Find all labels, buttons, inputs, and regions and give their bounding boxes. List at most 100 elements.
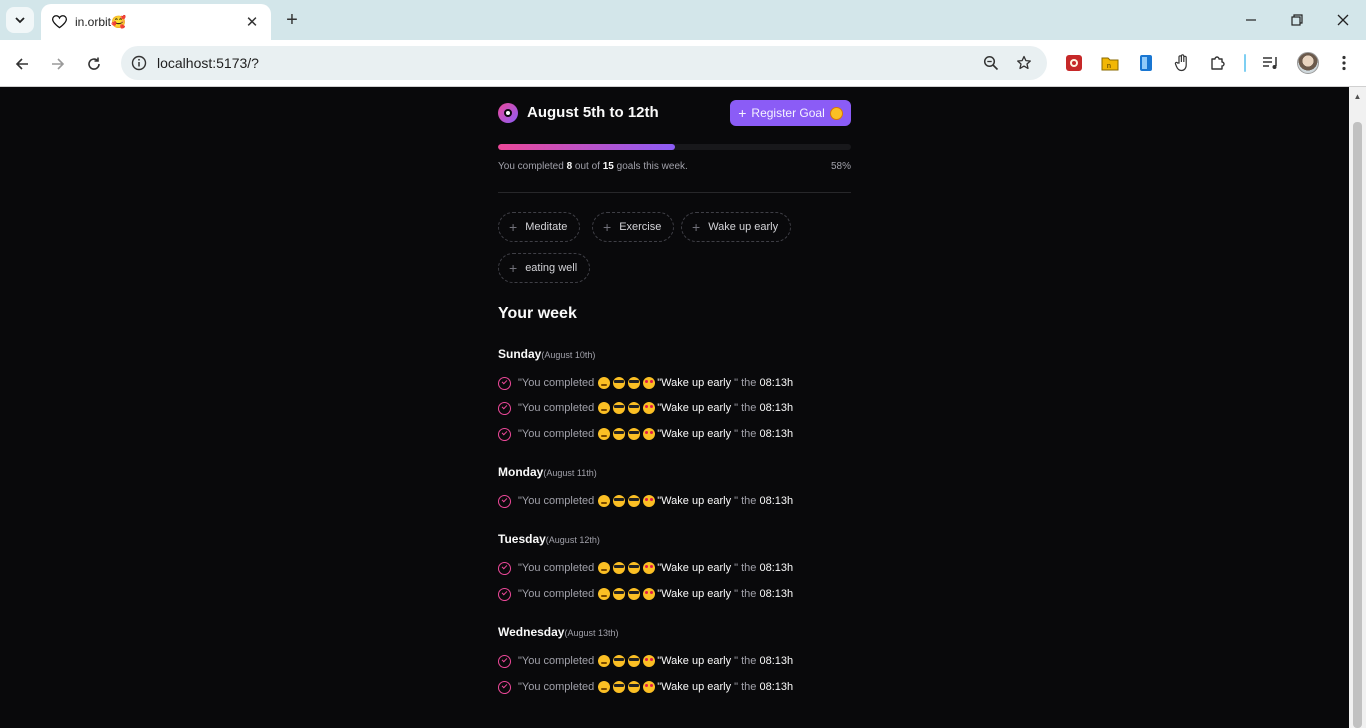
browser-toolbar: localhost:5173/? n: [0, 40, 1366, 87]
orbit-logo-icon: [498, 103, 518, 123]
progress-completed-count: 8: [566, 161, 573, 172]
profile-avatar[interactable]: [1297, 52, 1319, 74]
sunglasses-emoji-icon: [628, 495, 641, 507]
entry-time: 08:13h: [759, 588, 794, 600]
site-info-icon[interactable]: [129, 53, 149, 73]
goal-chip-label: Wake up early: [708, 221, 779, 233]
scroll-thumb[interactable]: [1353, 122, 1362, 728]
sunglasses-emoji-icon: [613, 428, 626, 440]
heart-eyes-emoji-icon: [643, 562, 656, 574]
entry-prefix: "You completed: [518, 562, 595, 574]
entry-mid: " the: [734, 588, 757, 600]
extension-folder-icon[interactable]: n: [1100, 53, 1120, 73]
heart-eyes-emoji-icon: [643, 428, 656, 440]
completion-entry: "You completed "Wake up early " the 08:1…: [498, 653, 793, 669]
day-name: Monday: [498, 465, 544, 479]
emoji-group: [598, 495, 656, 507]
smirk-emoji-icon: [598, 377, 611, 389]
emoji-group: [598, 681, 656, 693]
progress-bar-fill: [498, 144, 675, 150]
minimize-icon: [1246, 19, 1256, 21]
circle-check-icon: [498, 494, 511, 508]
smirk-emoji-icon: [598, 681, 611, 693]
restore-button[interactable]: [1285, 8, 1309, 32]
goal-chip[interactable]: + eating well: [498, 253, 591, 283]
circle-check-icon: [498, 427, 511, 441]
plus-icon: +: [509, 260, 518, 276]
entry-time: 08:13h: [759, 562, 794, 574]
day-name: Tuesday: [498, 532, 546, 546]
emoji-group: [598, 402, 656, 414]
plus-icon: +: [509, 219, 518, 235]
heart-eyes-emoji-icon: [643, 681, 656, 693]
tab-close-icon[interactable]: ✕: [243, 13, 261, 31]
plus-icon: +: [692, 219, 701, 235]
address-bar[interactable]: localhost:5173/?: [121, 46, 1047, 80]
extensions-puzzle-icon[interactable]: [1208, 53, 1228, 73]
entry-time: 08:13h: [759, 681, 794, 693]
media-control-icon[interactable]: [1261, 53, 1281, 73]
day-date: (August 12th): [545, 535, 600, 545]
entry-time: 08:13h: [759, 428, 794, 440]
entry-prefix: "You completed: [518, 377, 595, 389]
circle-check-icon: [498, 401, 511, 415]
bookmark-star-icon[interactable]: [1014, 53, 1034, 73]
goal-chip[interactable]: + Wake up early: [681, 212, 792, 242]
entry-goal: "Wake up early: [657, 588, 732, 600]
heart-icon: [51, 14, 67, 30]
zoom-icon[interactable]: [981, 53, 1001, 73]
smirk-emoji-icon: [598, 562, 611, 574]
circle-check-icon: [498, 680, 511, 694]
scroll-up-arrow-icon[interactable]: ▲: [1349, 89, 1366, 103]
day-heading-monday: Monday(August 11th): [498, 465, 597, 479]
sunglasses-emoji-icon: [628, 681, 641, 693]
browser-tab-bar: in.orbit🥰 ✕ +: [0, 0, 1366, 40]
forward-button[interactable]: [46, 52, 70, 76]
extension-blue-icon[interactable]: [1136, 53, 1156, 73]
register-goal-button[interactable]: + Register Goal: [730, 100, 851, 126]
day-heading-wednesday: Wednesday(August 13th): [498, 625, 619, 639]
progress-middle: out of: [574, 161, 600, 172]
kebab-menu-icon[interactable]: [1334, 53, 1354, 73]
heart-eyes-emoji-icon: [643, 495, 656, 507]
smirk-emoji-icon: [598, 655, 611, 667]
completion-entry: "You completed "Wake up early " the 08:1…: [498, 586, 793, 602]
entry-goal: "Wake up early: [657, 681, 732, 693]
browser-tab-active[interactable]: in.orbit🥰 ✕: [41, 4, 271, 40]
entry-goal: "Wake up early: [657, 562, 732, 574]
entry-mid: " the: [734, 655, 757, 667]
register-goal-label: Register Goal: [751, 106, 825, 120]
url-text[interactable]: localhost:5173/?: [157, 55, 259, 71]
minimize-button[interactable]: [1239, 8, 1263, 32]
emoji-icon: [829, 106, 843, 120]
day-date: (August 13th): [564, 628, 619, 638]
goal-chip-label: Exercise: [619, 221, 662, 233]
progress-total-count: 15: [602, 161, 614, 172]
page-scrollbar[interactable]: ▲: [1349, 87, 1366, 728]
new-tab-button[interactable]: +: [281, 9, 303, 31]
entry-prefix: "You completed: [518, 428, 595, 440]
entry-prefix: "You completed: [518, 588, 595, 600]
entry-mid: " the: [734, 428, 757, 440]
reload-icon: [88, 57, 100, 70]
sunglasses-emoji-icon: [613, 588, 626, 600]
toolbar-separator: [1244, 54, 1246, 72]
completion-entry: "You completed "Wake up early " the 08:1…: [498, 493, 793, 509]
reload-button[interactable]: [82, 52, 106, 76]
extension-red-icon[interactable]: [1064, 53, 1084, 73]
smirk-emoji-icon: [598, 588, 611, 600]
arrow-right-icon: [52, 58, 65, 70]
arrow-left-icon: [15, 58, 28, 70]
entry-mid: " the: [734, 562, 757, 574]
hand-cursor-icon[interactable]: [1172, 53, 1192, 73]
completion-entry: "You completed "Wake up early " the 08:1…: [498, 400, 793, 416]
goal-chip[interactable]: + Exercise: [592, 212, 675, 242]
window-close-button[interactable]: [1331, 8, 1355, 32]
entry-time: 08:13h: [759, 495, 794, 507]
sunglasses-emoji-icon: [628, 588, 641, 600]
tab-search-button[interactable]: [6, 7, 34, 33]
goal-chip[interactable]: + Meditate: [498, 212, 581, 242]
circle-check-icon: [498, 376, 511, 390]
back-button[interactable]: [10, 52, 34, 76]
completion-entry: "You completed "Wake up early " the 08:1…: [498, 375, 793, 391]
